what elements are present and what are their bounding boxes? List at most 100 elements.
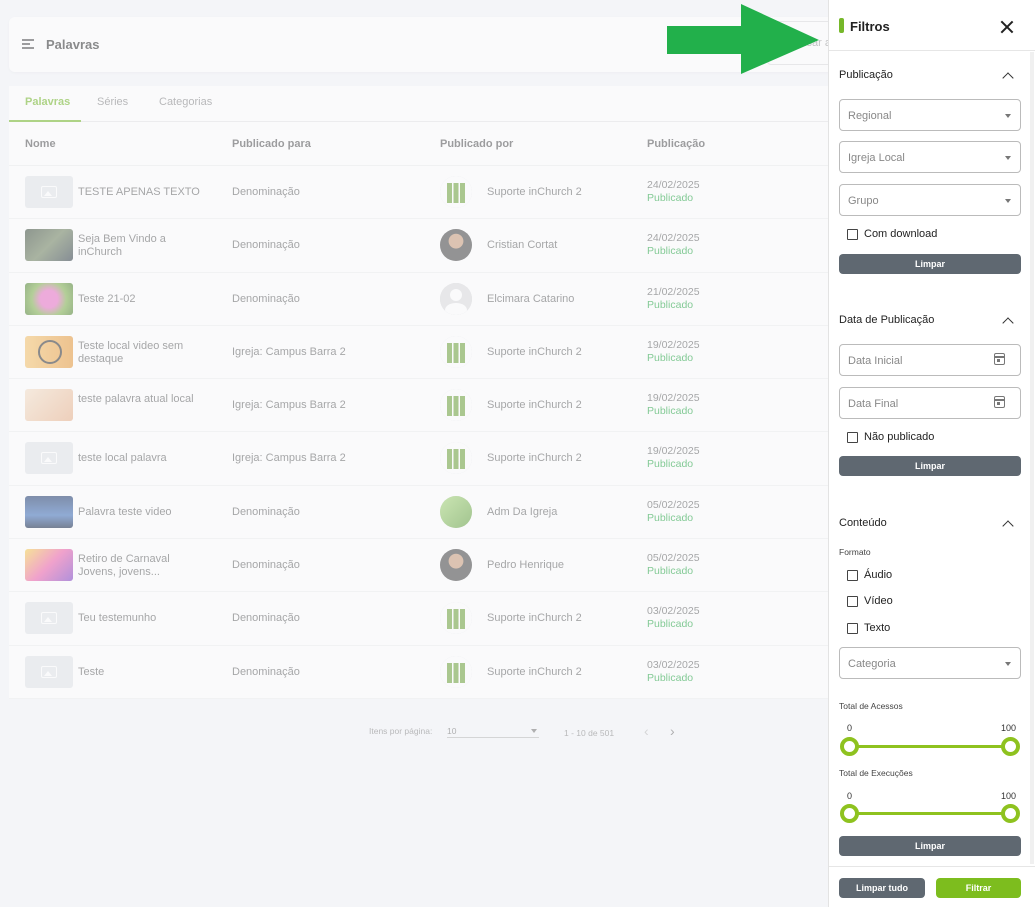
table-row[interactable]: Teste 21-02 Denominação Elcimara Catarino 2… [9, 273, 839, 326]
clear-conteudo-button[interactable]: Limpar [839, 836, 1021, 856]
status-badge: Publicado [647, 565, 694, 578]
section-title-publicacao[interactable]: Publicação [839, 69, 893, 81]
texto-label: Texto [864, 622, 891, 634]
execucoes-min-value: 0 [847, 791, 853, 801]
filter-panel-header: Filtros [829, 0, 1035, 51]
row-name[interactable]: teste palavra atual local [78, 393, 208, 406]
panel-scrollbar[interactable] [1030, 52, 1034, 864]
clear-data-button[interactable]: Limpar [839, 456, 1021, 476]
execucoes-slider-track[interactable] [850, 812, 1012, 815]
table-row[interactable]: Seja Bem Vindo a inChurch Denominação Cris… [9, 219, 839, 273]
table-row[interactable]: Retiro de Carnaval Jovens, jovens... Deno… [9, 539, 839, 593]
chevron-up-icon[interactable] [1002, 317, 1014, 329]
section-title-data-publicacao[interactable]: Data de Publicação [839, 314, 934, 326]
chevron-down-icon [531, 729, 537, 733]
row-thumbnail [25, 549, 73, 582]
audio-checkbox[interactable]: Áudio [847, 569, 892, 581]
acessos-max-value: 100 [1001, 723, 1017, 733]
pagination: Itens por página: 10 1 - 10 de 501 ‹ › [0, 720, 828, 744]
clear-all-button[interactable]: Limpar tudo [839, 878, 925, 898]
inchurch-logo-icon [440, 442, 472, 475]
checkbox-box[interactable] [847, 622, 858, 634]
image-placeholder-icon [41, 665, 57, 678]
acessos-max-handle[interactable] [1001, 737, 1020, 756]
image-placeholder-icon [41, 612, 57, 625]
table-row[interactable]: Palavra teste video Denominação Adm Da Igr… [9, 486, 839, 540]
execucoes-max-handle[interactable] [1001, 804, 1020, 823]
row-name[interactable]: Teu testemunho [78, 612, 208, 625]
menu-icon[interactable] [22, 39, 34, 49]
row-name[interactable]: teste local palavra [78, 452, 208, 465]
texto-checkbox[interactable]: Texto [847, 622, 890, 634]
row-published-by: Suporte inChurch 2 [487, 345, 582, 358]
row-name[interactable]: Teste 21-02 [78, 293, 208, 306]
calendar-icon[interactable] [994, 353, 1005, 365]
checkbox-box[interactable] [847, 569, 858, 581]
items-per-page-select[interactable]: 10 [447, 722, 539, 738]
chevron-up-icon[interactable] [1002, 72, 1014, 84]
row-published-for: Denominação [232, 292, 300, 305]
table-row[interactable]: Teste local video sem destaque Igreja: Ca… [9, 326, 839, 380]
row-published-by: Suporte inChurch 2 [487, 612, 582, 625]
row-published-for: Igreja: Campus Barra 2 [232, 345, 346, 358]
nao-publicado-checkbox[interactable]: Não publicado [847, 431, 934, 443]
execucoes-max-value: 100 [1001, 791, 1017, 801]
table-row[interactable]: teste palavra atual local Igreja: Campus … [9, 379, 839, 433]
column-header-publicacao[interactable]: Publicação [647, 138, 705, 150]
next-page-icon[interactable]: › [670, 723, 675, 739]
clear-publicacao-button[interactable]: Limpar [839, 254, 1021, 274]
table-row[interactable]: TESTE APENAS TEXTO Denominação Suporte inC… [9, 166, 839, 220]
checkbox-box[interactable] [847, 228, 858, 240]
page-title: Palavras [46, 37, 100, 52]
apply-filter-button[interactable]: Filtrar [936, 878, 1021, 898]
row-name[interactable]: Teste local video sem destaque [78, 340, 208, 366]
column-header-nome[interactable]: Nome [25, 138, 56, 150]
row-name[interactable]: Teste [78, 666, 208, 679]
row-publication: 03/02/2025 Publicado [647, 659, 700, 685]
avatar [440, 282, 472, 315]
close-icon[interactable] [1000, 20, 1014, 34]
data-inicial-placeholder: Data Inicial [848, 355, 903, 367]
row-name[interactable]: TESTE APENAS TEXTO [78, 186, 208, 199]
row-publication: 03/02/2025 Publicado [647, 605, 700, 631]
inchurch-logo-icon [440, 176, 472, 208]
regional-select[interactable]: Regional [839, 99, 1021, 131]
prev-page-icon[interactable]: ‹ [644, 723, 649, 739]
categoria-select[interactable]: Categoria [839, 647, 1021, 679]
table-row[interactable]: Teu testemunho Denominação Suporte inChurc… [9, 592, 839, 646]
row-date: 21/02/2025 [647, 285, 700, 298]
com-download-checkbox[interactable]: Com download [847, 228, 937, 240]
row-publication: 05/02/2025 Publicado [647, 552, 700, 578]
row-name[interactable]: Seja Bem Vindo a inChurch [78, 233, 208, 259]
checkbox-box[interactable] [847, 431, 858, 443]
status-badge: Publicado [647, 458, 694, 471]
chevron-up-icon[interactable] [1002, 520, 1014, 532]
tab-categorias[interactable]: Categorias [159, 96, 212, 108]
tab-series[interactable]: Séries [97, 96, 128, 108]
row-thumbnail [25, 655, 73, 688]
data-inicial-input[interactable]: Data Inicial [839, 344, 1021, 376]
avatar [440, 602, 472, 635]
audio-label: Áudio [864, 569, 893, 581]
row-name[interactable]: Retiro de Carnaval Jovens, jovens... [78, 553, 208, 579]
calendar-icon[interactable] [994, 396, 1005, 408]
row-published-for: Denominação [232, 505, 300, 518]
acessos-min-handle[interactable] [840, 737, 859, 756]
video-checkbox[interactable]: Vídeo [847, 595, 893, 607]
row-thumbnail [25, 282, 73, 315]
column-header-publicado-para[interactable]: Publicado para [232, 138, 311, 150]
data-final-input[interactable]: Data Final [839, 387, 1021, 419]
row-name[interactable]: Palavra teste video [78, 506, 208, 519]
table-row[interactable]: teste local palavra Igreja: Campus Barra … [9, 432, 839, 486]
grupo-select[interactable]: Grupo [839, 184, 1021, 216]
section-title-conteudo[interactable]: Conteúdo [839, 517, 887, 529]
status-badge: Publicado [647, 298, 694, 311]
column-header-publicado-por[interactable]: Publicado por [440, 138, 513, 150]
execucoes-min-handle[interactable] [840, 804, 859, 823]
table-row[interactable]: Teste Denominação Suporte inChurch 2 03/02/… [9, 646, 839, 699]
acessos-slider-track[interactable] [850, 745, 1012, 748]
checkbox-box[interactable] [847, 595, 858, 607]
igreja-local-select[interactable]: Igreja Local [839, 141, 1021, 173]
tab-palavras[interactable]: Palavras [25, 96, 70, 108]
com-download-label: Com download [864, 228, 938, 240]
